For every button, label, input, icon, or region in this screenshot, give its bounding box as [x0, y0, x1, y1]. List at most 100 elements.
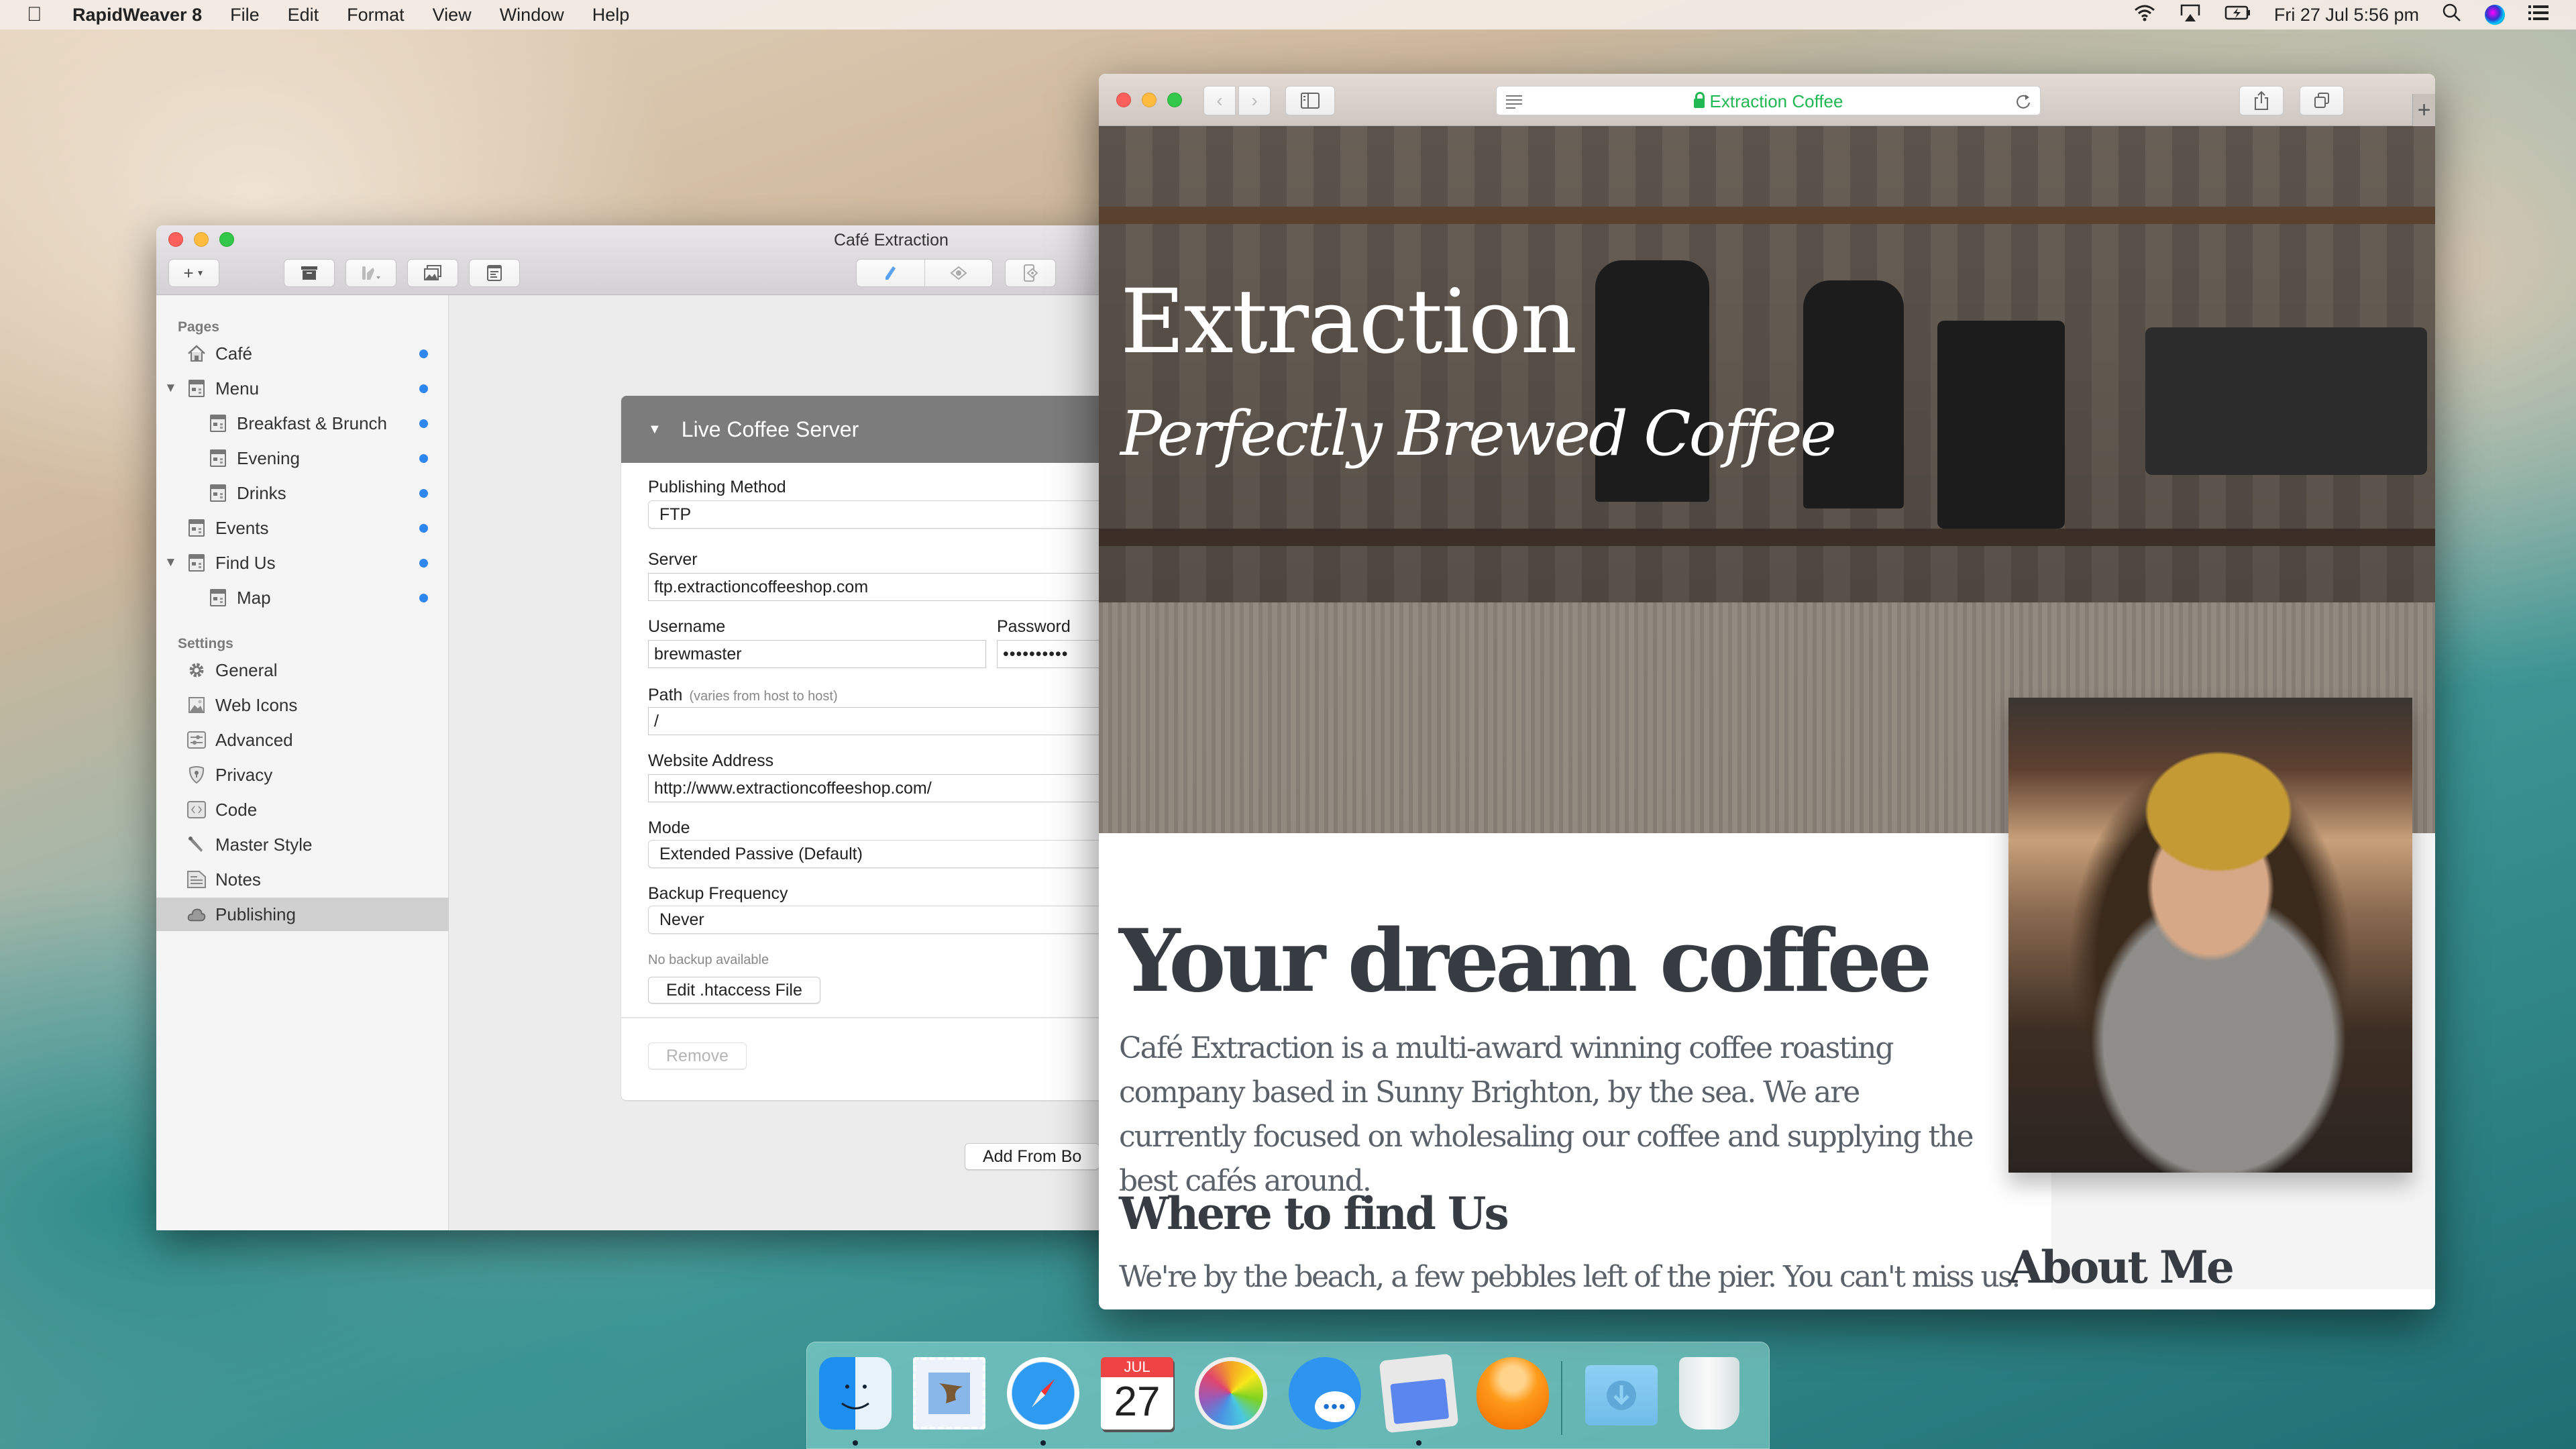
zoom-button[interactable]: [219, 232, 234, 247]
dock-separator: [1561, 1361, 1562, 1435]
apple-menu-icon[interactable]: : [27, 3, 47, 26]
sidebar-toggle-button[interactable]: [1285, 86, 1335, 115]
menu-file[interactable]: File: [230, 5, 260, 25]
menu-help[interactable]: Help: [592, 5, 630, 25]
website-address-field[interactable]: http://www.extractioncoffeeshop.com/: [648, 774, 1136, 802]
mail-icon[interactable]: [913, 1357, 985, 1430]
calendar-icon[interactable]: JUL 27: [1101, 1357, 1173, 1430]
menu-window[interactable]: Window: [500, 5, 564, 25]
archive-button[interactable]: [284, 259, 335, 287]
sidebar-item-label: Master Style: [215, 834, 313, 855]
share-button[interactable]: [2239, 86, 2284, 115]
back-button[interactable]: ‹: [1203, 86, 1236, 115]
sidebar-settings-notes[interactable]: Notes: [156, 863, 449, 896]
page-icon: [209, 484, 227, 502]
mode-label: Mode: [648, 818, 690, 837]
add-page-button[interactable]: + ▼: [168, 259, 219, 287]
sidebar-settings-privacy[interactable]: Privacy: [156, 758, 449, 792]
zoom-button[interactable]: [1167, 93, 1182, 107]
edit-htaccess-button[interactable]: Edit .htaccess File: [648, 977, 820, 1004]
sidebar-item-label: Advanced: [215, 729, 293, 750]
disclosure-triangle-icon[interactable]: ▼: [648, 422, 661, 437]
backup-frequency-select[interactable]: Never: [648, 906, 1136, 934]
published-dot: [419, 523, 428, 533]
password-label: Password: [997, 617, 1071, 636]
path-hint: (varies from host to host): [689, 689, 838, 704]
sidebar-page-drinks[interactable]: Drinks: [156, 476, 449, 510]
disclosure-triangle-icon[interactable]: ▼: [164, 555, 177, 570]
plus-icon: +: [183, 262, 194, 283]
sidebar-page-map[interactable]: Map: [156, 581, 449, 614]
sidebar-page-events[interactable]: Events: [156, 511, 449, 545]
sidebar-page-evening[interactable]: Evening: [156, 441, 449, 475]
messages-icon[interactable]: •••: [1289, 1357, 1361, 1430]
sidebar-page-breakfast-brunch[interactable]: Breakfast & Brunch: [156, 407, 449, 440]
page-icon: [187, 519, 206, 537]
device-preview-button[interactable]: [1005, 259, 1056, 287]
sidebar-page-find-us[interactable]: ▼ Find Us: [156, 546, 449, 580]
share-icon: [2255, 91, 2268, 110]
hero-image-detail: [2145, 327, 2427, 475]
publishing-method-select[interactable]: FTP: [648, 500, 1136, 529]
sidebar-page-cafe[interactable]: Café: [156, 337, 449, 370]
wifi-icon[interactable]: [2133, 3, 2156, 27]
intro-paragraph: Café Extraction is a multi-award winning…: [1119, 1031, 1974, 1198]
theme-button[interactable]: [345, 259, 396, 287]
safari-window: ‹ › Extraction Coffee + Extraction Perfe…: [1099, 74, 2435, 1309]
forward-button[interactable]: ›: [1238, 86, 1271, 115]
notification-center-icon[interactable]: [2528, 4, 2549, 26]
destination-header[interactable]: ▼ Live Coffee Server: [621, 396, 1136, 463]
page-info-icon: [487, 265, 502, 281]
menu-view[interactable]: View: [433, 5, 472, 25]
airplay-icon[interactable]: [2179, 3, 2202, 27]
menu-app-name[interactable]: RapidWeaver 8: [72, 5, 202, 25]
close-button[interactable]: [168, 232, 183, 247]
page-icon: [209, 588, 227, 607]
address-bar[interactable]: Extraction Coffee: [1496, 86, 2041, 115]
tabs-icon: [2314, 93, 2329, 108]
photos-icon[interactable]: [1195, 1357, 1267, 1430]
clock[interactable]: Fri 27 Jul 5:56 pm: [2274, 5, 2419, 25]
rapidweaver-icon[interactable]: [1379, 1353, 1459, 1434]
path-field[interactable]: /: [648, 707, 1136, 735]
destination-name: Live Coffee Server: [681, 417, 859, 441]
server-field[interactable]: ftp.extractioncoffeeshop.com: [648, 573, 1102, 601]
username-field[interactable]: brewmaster: [648, 640, 986, 668]
preview-mode-button[interactable]: [925, 260, 993, 286]
minimize-button[interactable]: [194, 232, 209, 247]
safari-icon[interactable]: [1007, 1357, 1079, 1430]
minimize-button[interactable]: [1142, 93, 1157, 107]
backup-frequency-label: Backup Frequency: [648, 884, 788, 903]
remove-button[interactable]: Remove: [648, 1042, 747, 1069]
archive-icon: [301, 266, 317, 280]
downloads-folder-icon[interactable]: [1585, 1365, 1658, 1426]
new-tab-button[interactable]: +: [2412, 94, 2435, 126]
orange-app-icon[interactable]: [1477, 1357, 1549, 1430]
close-button[interactable]: [1116, 93, 1131, 107]
sidebar-settings-general[interactable]: General: [156, 653, 449, 687]
sidebar-page-menu[interactable]: ▼ Menu: [156, 372, 449, 405]
media-button[interactable]: [407, 259, 458, 287]
siri-icon[interactable]: [2485, 5, 2505, 25]
page-info-button[interactable]: [469, 259, 520, 287]
sidebar: Pages Café ▼ Menu Breakfast & Brunch Eve…: [156, 295, 449, 1230]
sidebar-settings-advanced[interactable]: Advanced: [156, 723, 449, 757]
battery-charging-icon[interactable]: [2224, 3, 2251, 27]
add-from-bonjour-button[interactable]: Add From Bo: [965, 1143, 1100, 1170]
sidebar-settings-publishing[interactable]: Publishing: [156, 898, 449, 931]
reload-icon[interactable]: [2015, 92, 2032, 111]
sidebar-settings-master-style[interactable]: Master Style: [156, 828, 449, 861]
mode-select[interactable]: Extended Passive (Default): [648, 840, 1136, 868]
finder-icon[interactable]: [819, 1357, 892, 1430]
disclosure-triangle-icon[interactable]: ▼: [164, 381, 177, 396]
trash-icon[interactable]: [1679, 1357, 1739, 1430]
tabs-overview-button[interactable]: [2300, 86, 2344, 115]
menu-format[interactable]: Format: [347, 5, 405, 25]
search-icon[interactable]: [2442, 3, 2462, 28]
menu-edit[interactable]: Edit: [288, 5, 319, 25]
find-us-text: We're by the beach, a few pebbles left o…: [1119, 1260, 2021, 1294]
edit-mode-button[interactable]: [857, 260, 925, 286]
page-icon: [187, 379, 206, 398]
sidebar-settings-code[interactable]: Code: [156, 793, 449, 826]
sidebar-settings-web-icons[interactable]: Web Icons: [156, 688, 449, 722]
